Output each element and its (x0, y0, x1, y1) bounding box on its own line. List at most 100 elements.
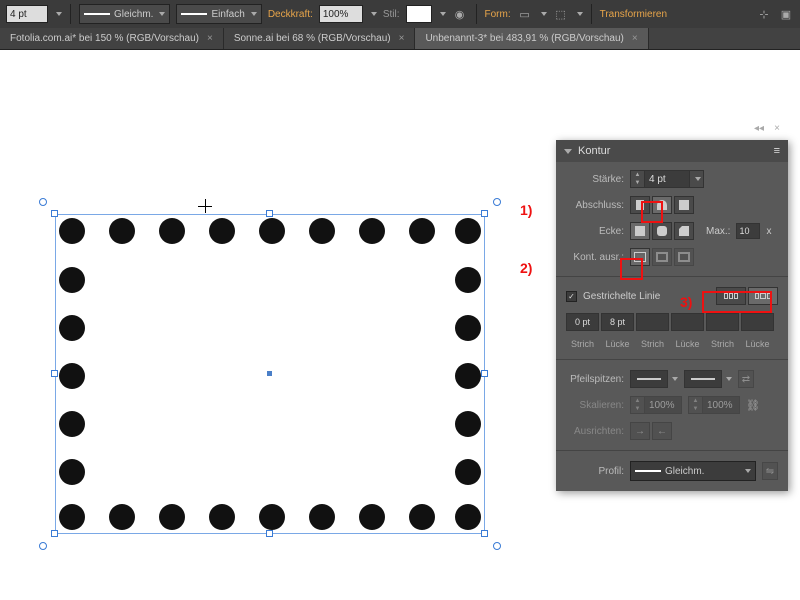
chevron-down-icon[interactable] (541, 12, 547, 16)
arrow-scale-end[interactable]: ▲▼ (688, 396, 740, 414)
dash-cell[interactable]: 0 pt (566, 313, 599, 331)
chevron-down-icon[interactable] (371, 12, 377, 16)
arrow-scale-start[interactable]: ▲▼ (630, 396, 682, 414)
resize-handle[interactable] (481, 370, 488, 377)
path-dot[interactable] (455, 459, 481, 485)
stroke-weight-field[interactable] (6, 5, 48, 23)
path-dot[interactable] (309, 218, 335, 244)
chevron-down-icon[interactable] (440, 12, 446, 16)
rotate-handle[interactable] (493, 542, 501, 550)
dash-cell[interactable] (671, 313, 704, 331)
shape-icon[interactable]: ▭ (517, 6, 533, 22)
chevron-down-icon[interactable] (56, 12, 62, 16)
stroke-panel[interactable]: ◂◂ × Kontur ≡ Stärke: ▲▼ Abschluss: Ecke… (556, 140, 788, 491)
rotate-handle[interactable] (39, 198, 47, 206)
resize-handle[interactable] (51, 370, 58, 377)
path-dot[interactable] (59, 267, 85, 293)
path-dot[interactable] (59, 315, 85, 341)
cap-butt-button[interactable] (630, 196, 650, 214)
miter-limit-input[interactable] (736, 223, 760, 239)
convert-icon[interactable]: ⬚ (553, 6, 569, 22)
pin-icon[interactable]: ⊹ (756, 6, 772, 22)
resize-handle[interactable] (51, 210, 58, 217)
step-up-icon[interactable]: ▲ (631, 171, 644, 179)
scale-start-input[interactable] (644, 396, 682, 414)
path-dot[interactable] (455, 504, 481, 530)
path-dot[interactable] (109, 218, 135, 244)
fullscreen-icon[interactable]: ▣ (778, 6, 794, 22)
panel-menu-icon[interactable]: ≡ (774, 145, 780, 157)
rotate-handle[interactable] (39, 542, 47, 550)
rotate-handle[interactable] (493, 198, 501, 206)
document-tab[interactable]: Unbenannt-3* bei 483,91 % (RGB/Vorschau)… (415, 28, 648, 49)
close-icon[interactable]: × (207, 33, 213, 44)
corner-bevel-button[interactable] (674, 222, 694, 240)
path-dot[interactable] (455, 411, 481, 437)
dash-cell[interactable] (741, 313, 774, 331)
align-center-button[interactable] (630, 248, 650, 266)
profile-dropdown[interactable]: Gleichm. (630, 461, 756, 481)
corner-miter-button[interactable] (630, 222, 650, 240)
scale-end-input[interactable] (702, 396, 740, 414)
resize-handle[interactable] (266, 210, 273, 217)
dash-cell[interactable]: 8 pt (601, 313, 634, 331)
close-icon[interactable]: × (632, 33, 638, 44)
path-dot[interactable] (455, 363, 481, 389)
path-dot[interactable] (409, 218, 435, 244)
path-dot[interactable] (59, 218, 85, 244)
weight-field[interactable]: ▲▼ (630, 170, 704, 188)
weight-input[interactable] (644, 170, 690, 188)
cap-round-button[interactable] (652, 196, 672, 214)
resize-handle[interactable] (481, 210, 488, 217)
corner-round-button[interactable] (652, 222, 672, 240)
transform-label[interactable]: Transformieren (600, 9, 667, 20)
link-icon[interactable]: ⛓ (746, 399, 758, 411)
path-dot[interactable] (209, 504, 235, 530)
path-dot[interactable] (359, 218, 385, 244)
arrowhead-start-dropdown[interactable] (630, 370, 678, 388)
style-swatch[interactable] (406, 5, 432, 23)
chevron-down-icon[interactable] (690, 170, 704, 188)
path-dot[interactable] (59, 411, 85, 437)
panel-collapse-icon[interactable]: ◂◂ (752, 122, 766, 136)
dash-align-corners-button[interactable] (748, 287, 778, 305)
path-dot[interactable] (159, 504, 185, 530)
step-down-icon[interactable]: ▼ (631, 179, 644, 187)
selection-bounding-box[interactable] (55, 214, 485, 534)
path-dot[interactable] (455, 218, 481, 244)
flip-profile-button[interactable]: ⇋ (762, 462, 778, 480)
align-outside-button[interactable] (674, 248, 694, 266)
align-inside-button[interactable] (652, 248, 672, 266)
panel-close-icon[interactable]: × (770, 122, 784, 136)
path-dot[interactable] (59, 459, 85, 485)
path-dot[interactable] (259, 504, 285, 530)
swap-arrowheads-button[interactable]: ⇄ (738, 370, 754, 388)
center-point[interactable] (267, 371, 272, 376)
path-dot[interactable] (59, 363, 85, 389)
path-dot[interactable] (455, 315, 481, 341)
stroke-profile-dropdown[interactable]: Gleichm. (79, 4, 170, 24)
document-tab[interactable]: Sonne.ai bei 68 % (RGB/Vorschau) × (224, 28, 416, 49)
path-dot[interactable] (259, 218, 285, 244)
close-icon[interactable]: × (399, 33, 405, 44)
path-dot[interactable] (359, 504, 385, 530)
path-dot[interactable] (309, 504, 335, 530)
arrow-align-tip-button[interactable]: → (630, 422, 650, 440)
resize-handle[interactable] (51, 530, 58, 537)
dash-cell[interactable] (706, 313, 739, 331)
brush-dropdown[interactable]: Einfach (176, 4, 261, 24)
document-tab[interactable]: Fotolia.com.ai* bei 150 % (RGB/Vorschau)… (0, 28, 224, 49)
path-dot[interactable] (159, 218, 185, 244)
path-dot[interactable] (109, 504, 135, 530)
dash-align-exact-button[interactable] (716, 287, 746, 305)
resize-handle[interactable] (266, 530, 273, 537)
info-icon[interactable]: ◉ (452, 6, 468, 22)
cap-projecting-button[interactable] (674, 196, 694, 214)
opacity-field[interactable] (319, 5, 363, 23)
path-dot[interactable] (409, 504, 435, 530)
path-dot[interactable] (455, 267, 481, 293)
arrowhead-end-dropdown[interactable] (684, 370, 732, 388)
resize-handle[interactable] (481, 530, 488, 537)
chevron-down-icon[interactable] (577, 12, 583, 16)
arrow-align-end-button[interactable]: ← (652, 422, 672, 440)
